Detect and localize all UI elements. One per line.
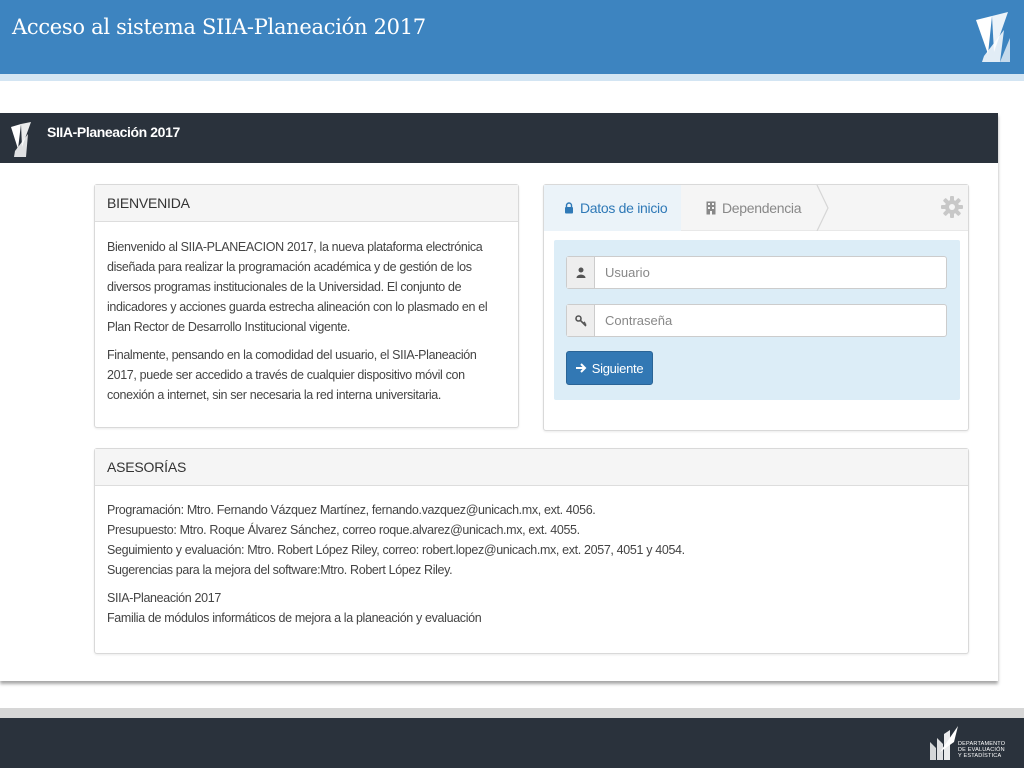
tab-datos-de-inicio[interactable]: Datos de inicio — [544, 185, 681, 231]
next-button-label: Siguiente — [591, 360, 644, 376]
building-icon — [706, 201, 716, 215]
welcome-paragraph-2: Finalmente, pensando en la comodidad del… — [107, 348, 477, 402]
arrow-right-icon — [575, 363, 587, 373]
username-group — [566, 256, 947, 289]
wizard-nav: Datos de inicio Dependencia — [544, 185, 968, 231]
tab-dependencia[interactable]: Dependencia — [681, 185, 831, 231]
navbar-brand[interactable]: SIIA-Planeación 2017 — [47, 124, 180, 140]
advice-contacts: Programación: Mtro. Fernando Vázquez Mar… — [107, 500, 956, 580]
welcome-body: Bienvenido al SIIA-PLANEACION 2017, la n… — [95, 222, 518, 428]
slide-footer: DEPARTAMENTO DE EVALUACIÓN Y ESTADÍSTICA — [0, 718, 1024, 768]
advice-line-presupuesto: Presupuesto: Mtro. Roque Álvarez Sánchez… — [107, 523, 580, 537]
slide-header: Acceso al sistema SIIA-Planeación 2017 — [0, 0, 1024, 74]
username-input[interactable] — [595, 257, 946, 288]
welcome-panel: BIENVENIDA Bienvenido al SIIA-PLANEACION… — [94, 184, 519, 428]
password-group — [566, 304, 947, 337]
footer-stripe — [0, 708, 1024, 718]
header-stripe — [0, 74, 1024, 81]
department-logo-icon — [930, 726, 958, 760]
app-screenshot: SIIA-Planeación 2017 BIENVENIDA Bienveni… — [0, 113, 998, 681]
tab-label: Datos de inicio — [580, 200, 668, 216]
brand-logo-icon[interactable] — [8, 119, 34, 159]
dept-line-3: Y ESTADÍSTICA — [958, 753, 1002, 759]
login-form: Siguiente — [554, 240, 960, 400]
gear-icon[interactable] — [940, 195, 964, 219]
advice-signature: SIIA-Planeación 2017 Familia de módulos … — [107, 588, 956, 628]
tab-label: Dependencia — [722, 200, 802, 216]
password-input[interactable] — [595, 305, 946, 336]
advice-panel: ASESORÍAS Programación: Mtro. Fernando V… — [94, 448, 969, 654]
advice-line-sugerencias: Sugerencias para la mejora del software:… — [107, 563, 453, 577]
key-icon — [567, 305, 595, 336]
university-logo-icon — [976, 12, 1010, 62]
navbar: SIIA-Planeación 2017 — [0, 113, 998, 163]
advice-line-seguimiento: Seguimiento y evaluación: Mtro. Robert L… — [107, 543, 685, 557]
advice-line-programacion: Programación: Mtro. Fernando Vázquez Mar… — [107, 503, 596, 517]
department-name: DEPARTAMENTO DE EVALUACIÓN Y ESTADÍSTICA — [958, 741, 1005, 759]
login-panel: Datos de inicio Dependencia Usuario Sigu… — [543, 184, 969, 431]
next-button[interactable]: Siguiente — [566, 351, 653, 385]
slide-title: Acceso al sistema SIIA-Planeación 2017 — [12, 15, 426, 39]
lock-icon — [565, 202, 573, 214]
user-icon — [567, 257, 595, 288]
advice-footer-subtitle: Familia de módulos informáticos de mejor… — [107, 611, 482, 625]
welcome-heading: BIENVENIDA — [95, 185, 518, 222]
advice-footer-title: SIIA-Planeación 2017 — [107, 591, 221, 605]
advice-body: Programación: Mtro. Fernando Vázquez Mar… — [95, 486, 968, 651]
advice-heading: ASESORÍAS — [95, 449, 968, 486]
wizard-step-arrow — [816, 185, 829, 231]
welcome-paragraph-1: Bienvenido al SIIA-PLANEACION 2017, la n… — [107, 240, 488, 334]
